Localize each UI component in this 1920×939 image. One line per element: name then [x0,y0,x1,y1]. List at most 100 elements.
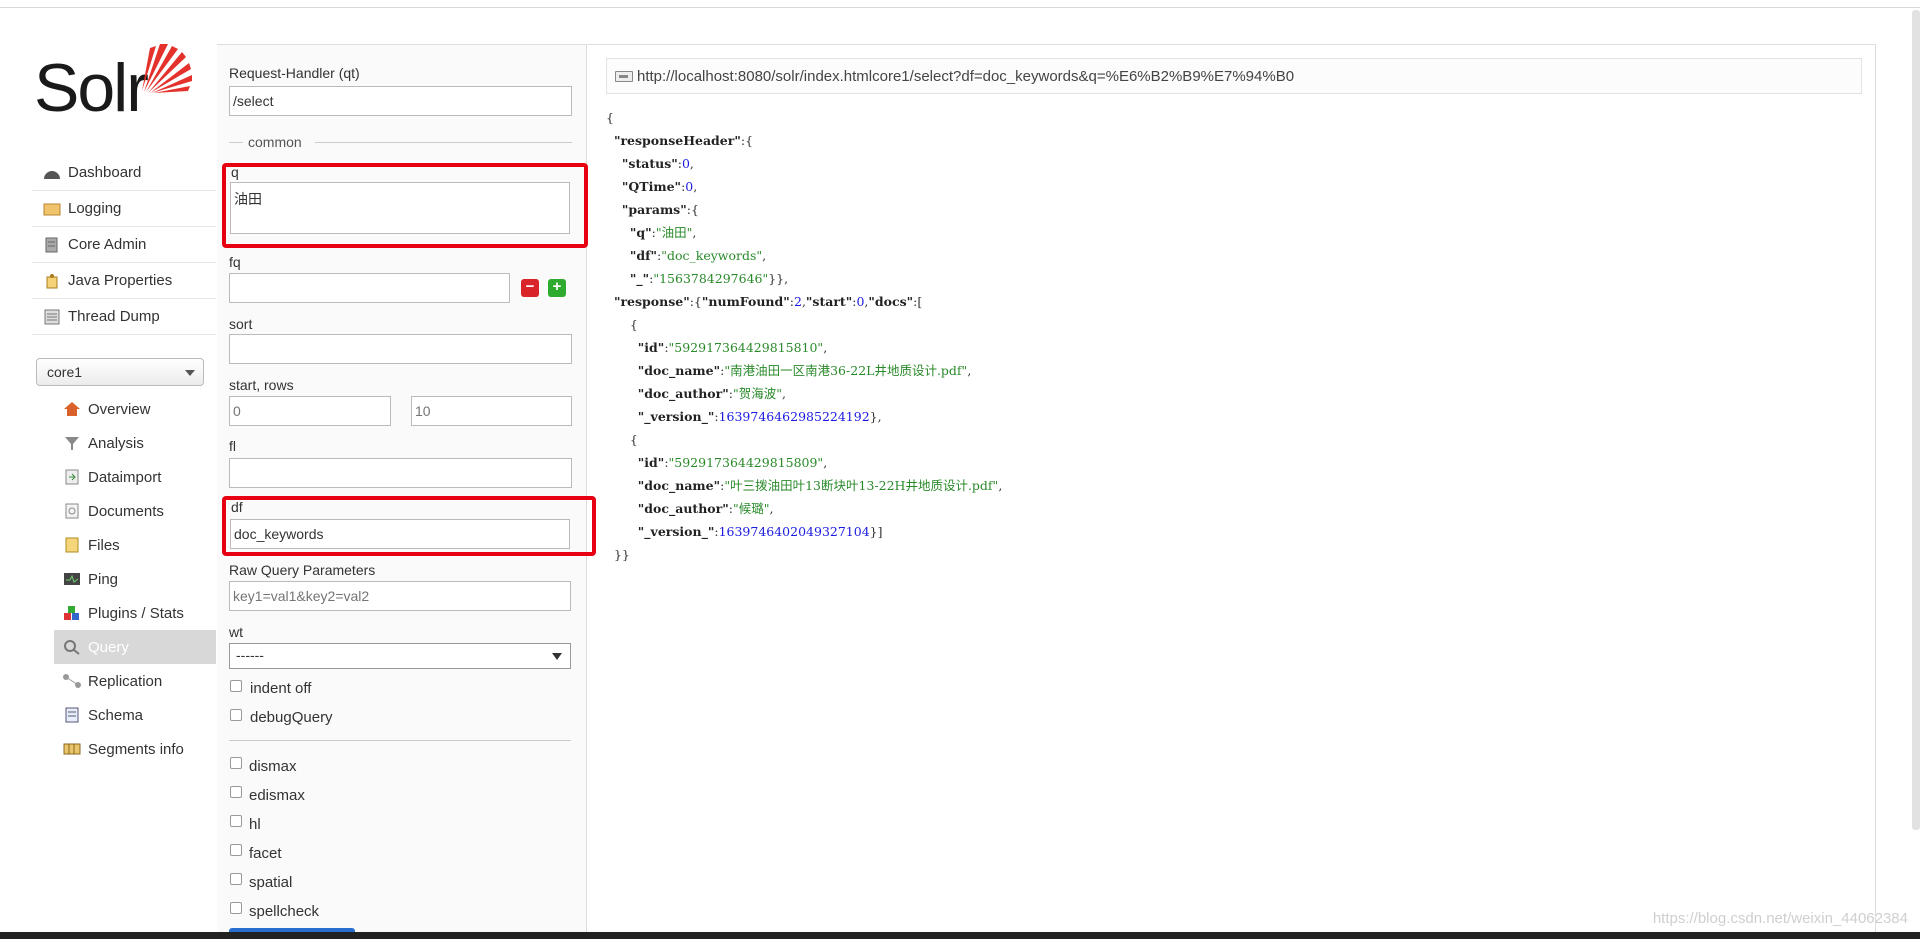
home-icon [62,401,82,417]
json-token: , [693,179,698,194]
json-token: { [606,110,614,125]
wt-select[interactable]: ------ [229,643,571,669]
nav-label: Thread Dump [68,308,160,325]
rows-input[interactable] [411,396,572,426]
q-label: q [231,164,239,180]
json-token: "南港油田一区南港36-22L井地质设计.pdf" [724,363,968,378]
nav-label: Java Properties [68,272,173,289]
raw-query-input[interactable] [229,581,571,611]
facet-checkbox[interactable] [230,844,242,856]
json-token: "doc_author" [637,501,729,516]
nav-thread-dump[interactable]: Thread Dump [32,299,216,335]
solr-logo[interactable]: Solr [34,42,194,122]
json-token: }] [869,524,883,539]
remove-fq-button[interactable]: − [521,279,539,297]
json-token: , [967,363,972,378]
nav-java-properties[interactable]: Java Properties [32,263,216,299]
bottom-bar [0,932,1920,939]
json-token: "response" [613,294,690,309]
request-handler-input[interactable] [229,86,572,116]
replication-icon [62,673,82,689]
indent-off-label: indent off [250,680,312,697]
json-token: , [781,386,786,401]
json-line: "id":"592917364429815810", [606,338,827,358]
core-item-label: Analysis [88,434,144,452]
json-token: :{ [686,202,699,217]
json-token: "QTime" [621,179,682,194]
nav-core-admin[interactable]: Core Admin [32,227,216,263]
df-input[interactable] [230,519,570,549]
edismax-checkbox[interactable] [230,786,242,798]
core-item-dataimport[interactable]: Dataimport [54,460,216,494]
core-item-label: Query [88,638,129,656]
core-item-schema[interactable]: Schema [54,698,216,732]
core-item-query[interactable]: Query [54,630,216,664]
core-item-analysis[interactable]: Analysis [54,426,216,460]
core-item-plugins-stats[interactable]: Plugins / Stats [54,596,216,630]
core-item-segments-info[interactable]: Segments info [54,732,216,766]
json-token: , [769,501,774,516]
dropdown-arrow-icon [552,653,562,660]
watermark: https://blog.csdn.net/weixin_44062384 [1652,910,1908,927]
nav-label: Logging [68,200,122,217]
nav-dashboard[interactable]: Dashboard [32,155,216,191]
core-item-ping[interactable]: Ping [54,562,216,596]
spatial-checkbox[interactable] [230,873,242,885]
json-token: "候璐" [732,501,770,516]
json-token: , [823,340,828,355]
json-line: "doc_author":"候璐", [606,499,774,519]
funnel-icon [62,435,82,451]
query-url[interactable]: http://localhost:8080/solr/index.htmlcor… [637,68,1294,85]
add-fq-button[interactable]: + [548,279,566,297]
raw-query-label: Raw Query Parameters [229,562,376,578]
fl-input[interactable] [229,458,572,488]
json-line: "status":0, [606,154,694,174]
indent-off-checkbox[interactable] [230,680,242,692]
spellcheck-checkbox[interactable] [230,902,242,914]
scrollbar[interactable] [1912,10,1920,830]
json-line: "q":"油田", [606,223,696,243]
json-line: { [606,430,638,450]
dismax-label: dismax [249,758,297,775]
core-item-replication[interactable]: Replication [54,664,216,698]
json-token: :{ [740,133,754,148]
sort-input[interactable] [229,334,572,364]
json-token: 1639746402049327104 [718,524,870,539]
nav-logging[interactable]: Logging [32,191,216,227]
logging-icon [42,201,62,217]
json-line: "_version_":1639746402049327104}] [606,522,883,542]
debug-query-checkbox[interactable] [230,709,242,721]
json-line: { [606,315,638,335]
json-token: "start" [805,294,853,309]
handler-label: Request-Handler (qt) [229,65,360,81]
fq-input[interactable] [229,273,510,303]
q-textarea[interactable]: 油田 [230,182,570,234]
core-selector[interactable]: core1 [36,358,204,386]
start-input[interactable] [229,396,391,426]
json-token: "status" [621,156,678,171]
json-token: "doc_name" [637,363,721,378]
hl-checkbox[interactable] [230,815,242,827]
dismax-checkbox[interactable] [230,757,242,769]
edismax-label: edismax [249,787,305,804]
core-item-files[interactable]: Files [54,528,216,562]
documents-icon [62,503,82,519]
sort-label: sort [229,316,253,332]
core-item-overview[interactable]: Overview [54,392,216,426]
java-properties-icon [42,273,62,289]
json-token: "q" [629,225,652,240]
core-item-documents[interactable]: Documents [54,494,216,528]
json-line: "QTime":0, [606,177,697,197]
json-line: "df":"doc_keywords", [606,246,766,266]
query-url-bar[interactable]: http://localhost:8080/solr/index.htmlcor… [606,58,1862,94]
hl-label: hl [249,816,261,833]
